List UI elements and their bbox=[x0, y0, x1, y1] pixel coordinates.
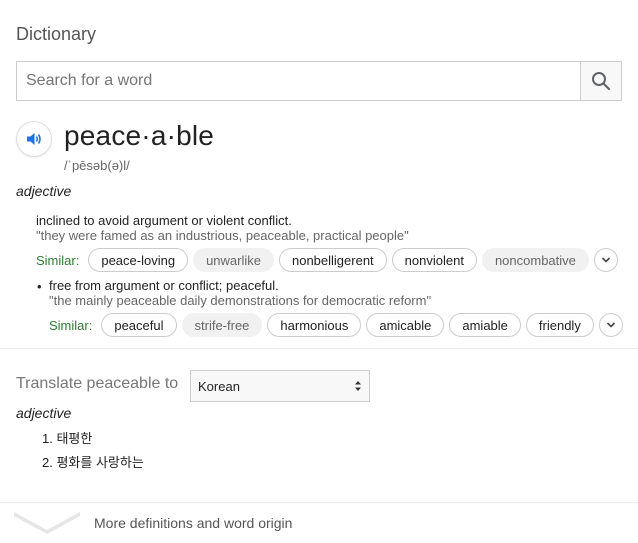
bullet: • bbox=[37, 279, 42, 294]
translation-item: 2. 평화를 사랑하는 bbox=[42, 455, 144, 470]
phonetic: /ˈpēsəb(ə)l/ bbox=[64, 158, 130, 173]
chevron-down-icon bbox=[606, 322, 615, 328]
divider bbox=[0, 348, 638, 349]
definition-text: free from argument or conflict; peaceful… bbox=[49, 278, 279, 293]
similar-label: Similar: bbox=[49, 317, 93, 333]
definition-2: free from argument or conflict; peaceful… bbox=[49, 278, 431, 308]
similar-chip[interactable]: peace-loving bbox=[88, 248, 189, 272]
translation-item: 1. 태평한 bbox=[42, 431, 93, 446]
definition-example: "the mainly peaceable daily demonstratio… bbox=[49, 293, 432, 308]
similar-chip[interactable]: nonviolent bbox=[391, 248, 477, 272]
search-button[interactable] bbox=[580, 62, 621, 100]
dictionary-title: Dictionary bbox=[16, 24, 97, 44]
divider bbox=[0, 502, 638, 503]
definition-example: "they were famed as an industrious, peac… bbox=[36, 228, 409, 243]
search-box bbox=[16, 61, 622, 101]
part-of-speech: adjective bbox=[16, 183, 72, 199]
similar-chip[interactable]: unwarlike bbox=[193, 248, 274, 272]
search-icon bbox=[592, 72, 611, 91]
chevron-down-icon bbox=[601, 257, 610, 263]
select-arrows-icon bbox=[355, 381, 361, 391]
similar-chip[interactable]: amiable bbox=[449, 313, 521, 337]
similar-row-1: Similar: peace-loving unwarlike nonbelli… bbox=[36, 248, 618, 272]
definition-text: inclined to avoid argument or violent co… bbox=[36, 213, 292, 228]
similar-chip[interactable]: amicable bbox=[366, 313, 445, 337]
expand-similar-button[interactable] bbox=[593, 248, 618, 272]
similar-chip[interactable]: friendly bbox=[525, 313, 594, 337]
similar-chip[interactable]: peaceful bbox=[101, 313, 177, 337]
translate-label: Translate peaceable to bbox=[16, 375, 179, 392]
similar-chip[interactable]: nonbelligerent bbox=[278, 248, 387, 272]
speaker-icon bbox=[27, 133, 41, 145]
search-input[interactable] bbox=[17, 62, 580, 100]
similar-row-2: Similar: peaceful strife-free harmonious… bbox=[49, 313, 623, 337]
language-select-value: Korean bbox=[198, 378, 240, 394]
chevron-down-icon[interactable] bbox=[14, 512, 80, 534]
similar-chip[interactable]: strife-free bbox=[181, 313, 263, 337]
definition-1: inclined to avoid argument or violent co… bbox=[36, 213, 409, 243]
more-definitions-link[interactable]: More definitions and word origin bbox=[94, 515, 292, 531]
language-select[interactable]: Korean bbox=[190, 370, 370, 402]
similar-chip[interactable]: noncombative bbox=[481, 248, 589, 272]
pronunciation-button[interactable] bbox=[16, 121, 52, 157]
expand-similar-button[interactable] bbox=[598, 313, 623, 337]
translation-part-of-speech: adjective bbox=[16, 405, 72, 421]
similar-label: Similar: bbox=[36, 252, 80, 268]
headword: peace·a·ble bbox=[64, 120, 215, 151]
similar-chip[interactable]: harmonious bbox=[267, 313, 362, 337]
translation-list: 1. 태평한 2. 평화를 사랑하는 bbox=[42, 430, 144, 478]
